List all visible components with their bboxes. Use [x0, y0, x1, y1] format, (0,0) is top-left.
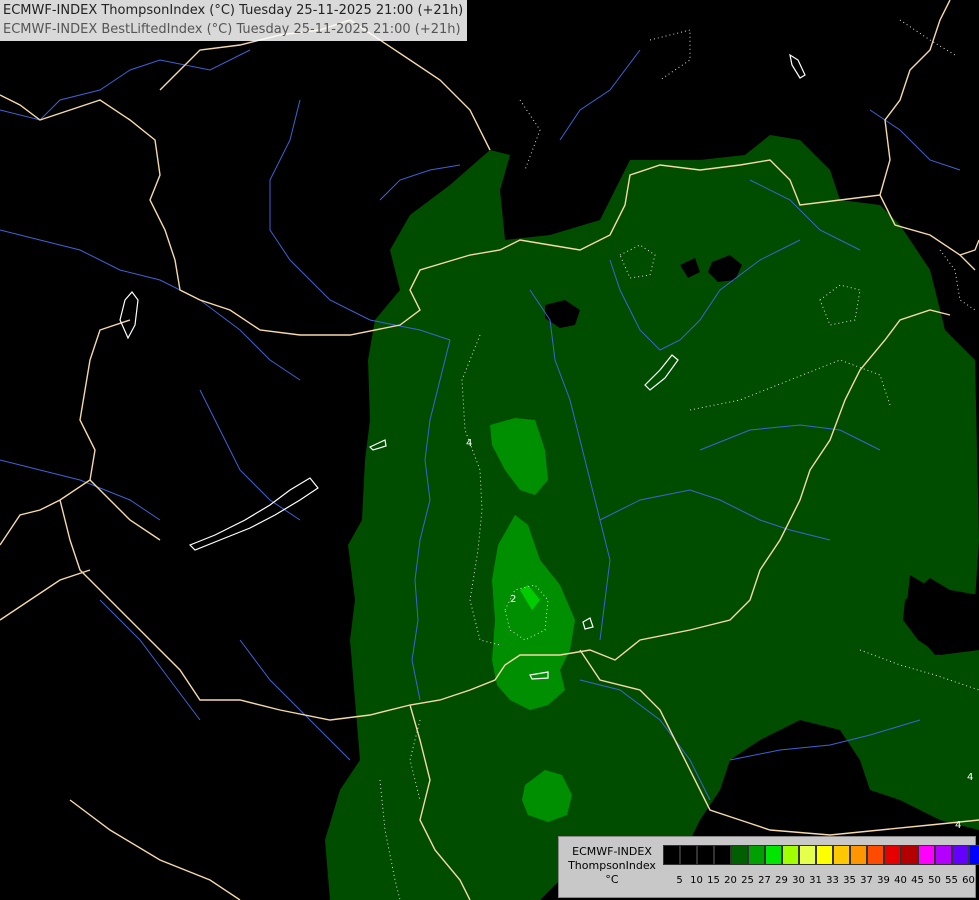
legend-swatch: [935, 845, 952, 865]
legend-tick-label: 31: [809, 875, 822, 886]
legend-tick-label: 29: [775, 875, 788, 886]
legend-tick-label: 15: [707, 875, 720, 886]
legend-swatch: [697, 845, 714, 865]
legend-swatch: [867, 845, 884, 865]
legend-tick-label: 20: [724, 875, 737, 886]
map-title: ECMWF-INDEX ThompsonIndex (°C) Tuesday 2…: [0, 0, 468, 41]
index-field-low: [325, 135, 979, 900]
legend-tick-label: 27: [758, 875, 771, 886]
title-line-lifted: ECMWF-INDEX BestLiftedIndex (°C) Tuesday…: [3, 22, 461, 37]
legend-tick-label: 37: [860, 875, 873, 886]
legend-tick-label: 40: [894, 875, 907, 886]
legend-ticks: 5 10 15 20 25 27 29 30 31 33 35 37 39 40 45 50 55 60: [663, 875, 979, 886]
legend-swatches: [663, 845, 979, 865]
legend-swatch: [969, 845, 979, 865]
legend-tick-label: 55: [945, 875, 958, 886]
legend-tick-label: 39: [877, 875, 890, 886]
legend-swatch: [663, 845, 680, 865]
legend-swatch: [799, 845, 816, 865]
legend-tick-label: 33: [826, 875, 839, 886]
legend-tick-label: 45: [911, 875, 924, 886]
legend-unit: °C: [605, 873, 619, 886]
lake-neusiedl: [119, 291, 139, 340]
contour-label-2: 2: [510, 594, 516, 605]
legend-swatch: [833, 845, 850, 865]
legend-swatch: [765, 845, 782, 865]
legend-tick-label: 5: [676, 875, 683, 886]
legend-swatch: [680, 845, 697, 865]
legend-swatch: [850, 845, 867, 865]
lake-small-3: [789, 53, 806, 79]
legend-label: ECMWF-INDEX ThompsonIndex °C: [563, 845, 661, 887]
contour-label-4c: 4: [955, 820, 961, 831]
legend-swatch: [884, 845, 901, 865]
legend-swatch: [782, 845, 799, 865]
legend-tick-label: 35: [843, 875, 856, 886]
legend-swatch: [952, 845, 969, 865]
lake-balaton: [188, 477, 319, 551]
legend-swatch: [901, 845, 918, 865]
legend-source: ECMWF-INDEX: [572, 845, 652, 858]
legend-tick-label: 50: [928, 875, 941, 886]
title-line-thompson: ECMWF-INDEX ThompsonIndex (°C) Tuesday 2…: [3, 3, 464, 18]
legend-tick-label: 30: [792, 875, 805, 886]
legend-tick-label: 10: [690, 875, 703, 886]
weather-map: 4 2 4 4: [0, 0, 979, 900]
legend-swatch: [731, 845, 748, 865]
legend-tick-label: 60: [962, 875, 975, 886]
contour-label-4a: 4: [466, 438, 472, 449]
legend-tick-label: 25: [741, 875, 754, 886]
legend-swatch: [714, 845, 731, 865]
color-legend: ECMWF-INDEX ThompsonIndex °C 5 10 15 20 25 27…: [558, 836, 979, 898]
legend-swatch: [748, 845, 765, 865]
contour-label-4b: 4: [967, 772, 973, 783]
legend-swatch: [918, 845, 935, 865]
legend-swatch: [816, 845, 833, 865]
legend-parameter: ThompsonIndex: [568, 859, 656, 872]
